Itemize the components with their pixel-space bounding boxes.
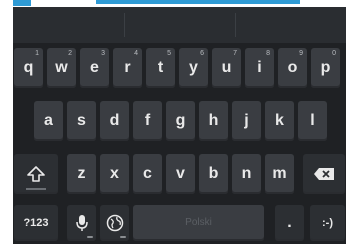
key-i[interactable]: 8 i — [245, 48, 274, 88]
key-hint: 4 — [134, 50, 138, 57]
backspace-icon — [314, 168, 334, 180]
key-hint: 2 — [68, 50, 72, 57]
period-label: . — [287, 214, 292, 231]
key-hint: 5 — [167, 50, 171, 57]
voice-input-key[interactable] — [67, 205, 96, 241]
key-j[interactable]: j — [232, 101, 261, 141]
key-hint: 6 — [200, 50, 204, 57]
key-label: a — [44, 112, 53, 129]
key-label: i — [257, 59, 262, 76]
key-label: d — [109, 112, 120, 129]
key-label: j — [244, 112, 249, 129]
key-label: y — [189, 59, 198, 76]
backspace-key[interactable] — [303, 154, 345, 194]
key-p[interactable]: 0 p — [311, 48, 340, 88]
key-label: s — [77, 112, 86, 129]
key-label: u — [221, 59, 232, 76]
globe-icon — [106, 214, 123, 232]
key-e[interactable]: 3 e — [80, 48, 109, 88]
key-d[interactable]: d — [100, 101, 129, 141]
key-o[interactable]: 9 o — [278, 48, 307, 88]
key-u[interactable]: 7 u — [212, 48, 241, 88]
key-b[interactable]: b — [199, 154, 228, 194]
key-label: k — [275, 112, 284, 129]
key-z[interactable]: z — [67, 154, 96, 194]
suggestion-slot-3[interactable] — [236, 7, 346, 43]
key-label: l — [310, 112, 315, 129]
key-hint: 8 — [266, 50, 270, 57]
key-x[interactable]: x — [100, 154, 129, 194]
shift-key[interactable] — [14, 154, 58, 194]
text-field-underline — [96, 0, 300, 4]
suggestion-slot-2[interactable] — [125, 7, 235, 43]
key-hint: 1 — [35, 50, 39, 57]
key-f[interactable]: f — [133, 101, 162, 141]
period-key[interactable]: . — [275, 205, 304, 241]
space-language-label: Polski — [185, 217, 212, 228]
key-c[interactable]: c — [133, 154, 162, 194]
key-hint: 7 — [233, 50, 237, 57]
key-label: t — [157, 59, 164, 76]
key-label: h — [208, 112, 219, 129]
key-l[interactable]: l — [298, 101, 327, 141]
key-label: b — [208, 165, 219, 182]
key-hint: 3 — [101, 50, 105, 57]
key-q[interactable]: 1 q — [14, 48, 43, 88]
microphone-icon — [75, 215, 88, 231]
suggestion-slot-1[interactable] — [13, 7, 124, 43]
shift-icon — [27, 166, 45, 182]
accent-marker — [13, 0, 31, 6]
key-v[interactable]: v — [166, 154, 195, 194]
key-label: r — [124, 59, 131, 76]
key-hint: 0 — [332, 50, 336, 57]
key-label: z — [77, 165, 86, 182]
language-key[interactable] — [100, 205, 129, 241]
onscreen-keyboard: 1 q 2 w 3 e 4 r 5 t 6 y 7 u 8 i 9 o 0 p … — [13, 7, 346, 244]
key-h[interactable]: h — [199, 101, 228, 141]
key-label: e — [90, 59, 99, 76]
key-label: f — [144, 112, 151, 129]
long-press-indicator — [87, 236, 93, 238]
key-label: o — [287, 59, 298, 76]
key-hint: 9 — [299, 50, 303, 57]
key-label: m — [272, 165, 287, 182]
space-key[interactable]: Polski — [133, 205, 264, 241]
key-label: c — [143, 165, 152, 182]
key-k[interactable]: k — [265, 101, 294, 141]
key-y[interactable]: 6 y — [179, 48, 208, 88]
symbols-label: ?123 — [23, 216, 49, 229]
key-label: w — [55, 59, 68, 76]
key-r[interactable]: 4 r — [113, 48, 142, 88]
key-g[interactable]: g — [166, 101, 195, 141]
key-label: q — [23, 59, 34, 76]
key-label: n — [241, 165, 252, 182]
key-n[interactable]: n — [232, 154, 261, 194]
key-label: g — [175, 112, 186, 129]
key-label: x — [110, 165, 119, 182]
symbols-key[interactable]: ?123 — [14, 205, 58, 241]
suggestion-strip — [13, 7, 346, 43]
long-press-indicator — [120, 236, 126, 238]
key-label: p — [320, 59, 331, 76]
key-s[interactable]: s — [67, 101, 96, 141]
key-m[interactable]: m — [265, 154, 294, 194]
shift-underline — [26, 188, 46, 190]
key-w[interactable]: 2 w — [47, 48, 76, 88]
emoticon-label: :-) — [322, 216, 333, 229]
top-bar — [0, 0, 346, 7]
key-a[interactable]: a — [34, 101, 63, 141]
key-t[interactable]: 5 t — [146, 48, 175, 88]
emoticon-key[interactable]: :-) — [310, 205, 345, 241]
key-label: v — [176, 165, 185, 182]
